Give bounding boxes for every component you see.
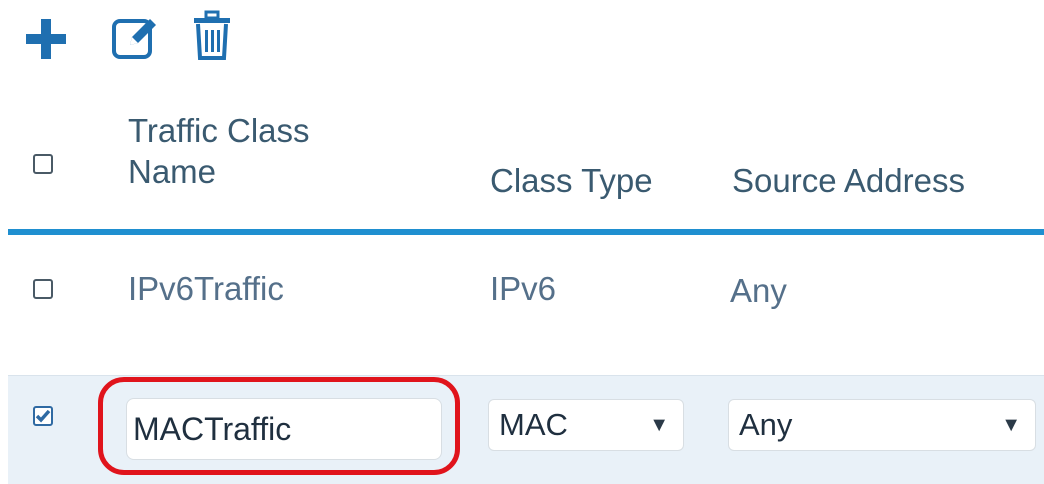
edit-icon[interactable] xyxy=(110,12,160,62)
class-type-select[interactable]: MAC ▼ xyxy=(488,399,684,451)
row-name-cell: IPv6Traffic xyxy=(128,270,284,307)
traffic-class-table-view: Traffic Class Name Class Type Source Add… xyxy=(0,0,1044,484)
traffic-class-name-input[interactable] xyxy=(126,398,442,460)
column-header-traffic-class-name[interactable]: Traffic Class Name xyxy=(128,110,310,193)
source-address-select[interactable]: Any ▼ xyxy=(728,399,1036,451)
source-address-select-value: Any xyxy=(739,407,793,442)
column-header-line-1: Traffic Class xyxy=(128,112,310,149)
row-checkbox[interactable] xyxy=(33,279,53,299)
checkmark-icon xyxy=(35,409,51,423)
column-header-line-2: Name xyxy=(128,153,217,191)
column-header-class-type[interactable]: Class Type xyxy=(490,160,653,201)
trash-icon[interactable] xyxy=(192,10,232,62)
class-type-select-value: MAC xyxy=(499,407,568,442)
header-divider xyxy=(8,229,1044,235)
row-class-type-cell: IPv6 xyxy=(490,270,557,307)
plus-icon[interactable] xyxy=(24,17,68,61)
dropdown-arrow-icon: ▼ xyxy=(1001,413,1021,436)
dropdown-arrow-icon: ▼ xyxy=(649,413,669,436)
select-all-checkbox[interactable] xyxy=(33,154,53,174)
row-source-address-cell: Any xyxy=(730,272,787,309)
column-header-source-address[interactable]: Source Address xyxy=(732,160,965,201)
row-checkbox-checked[interactable] xyxy=(33,406,53,426)
